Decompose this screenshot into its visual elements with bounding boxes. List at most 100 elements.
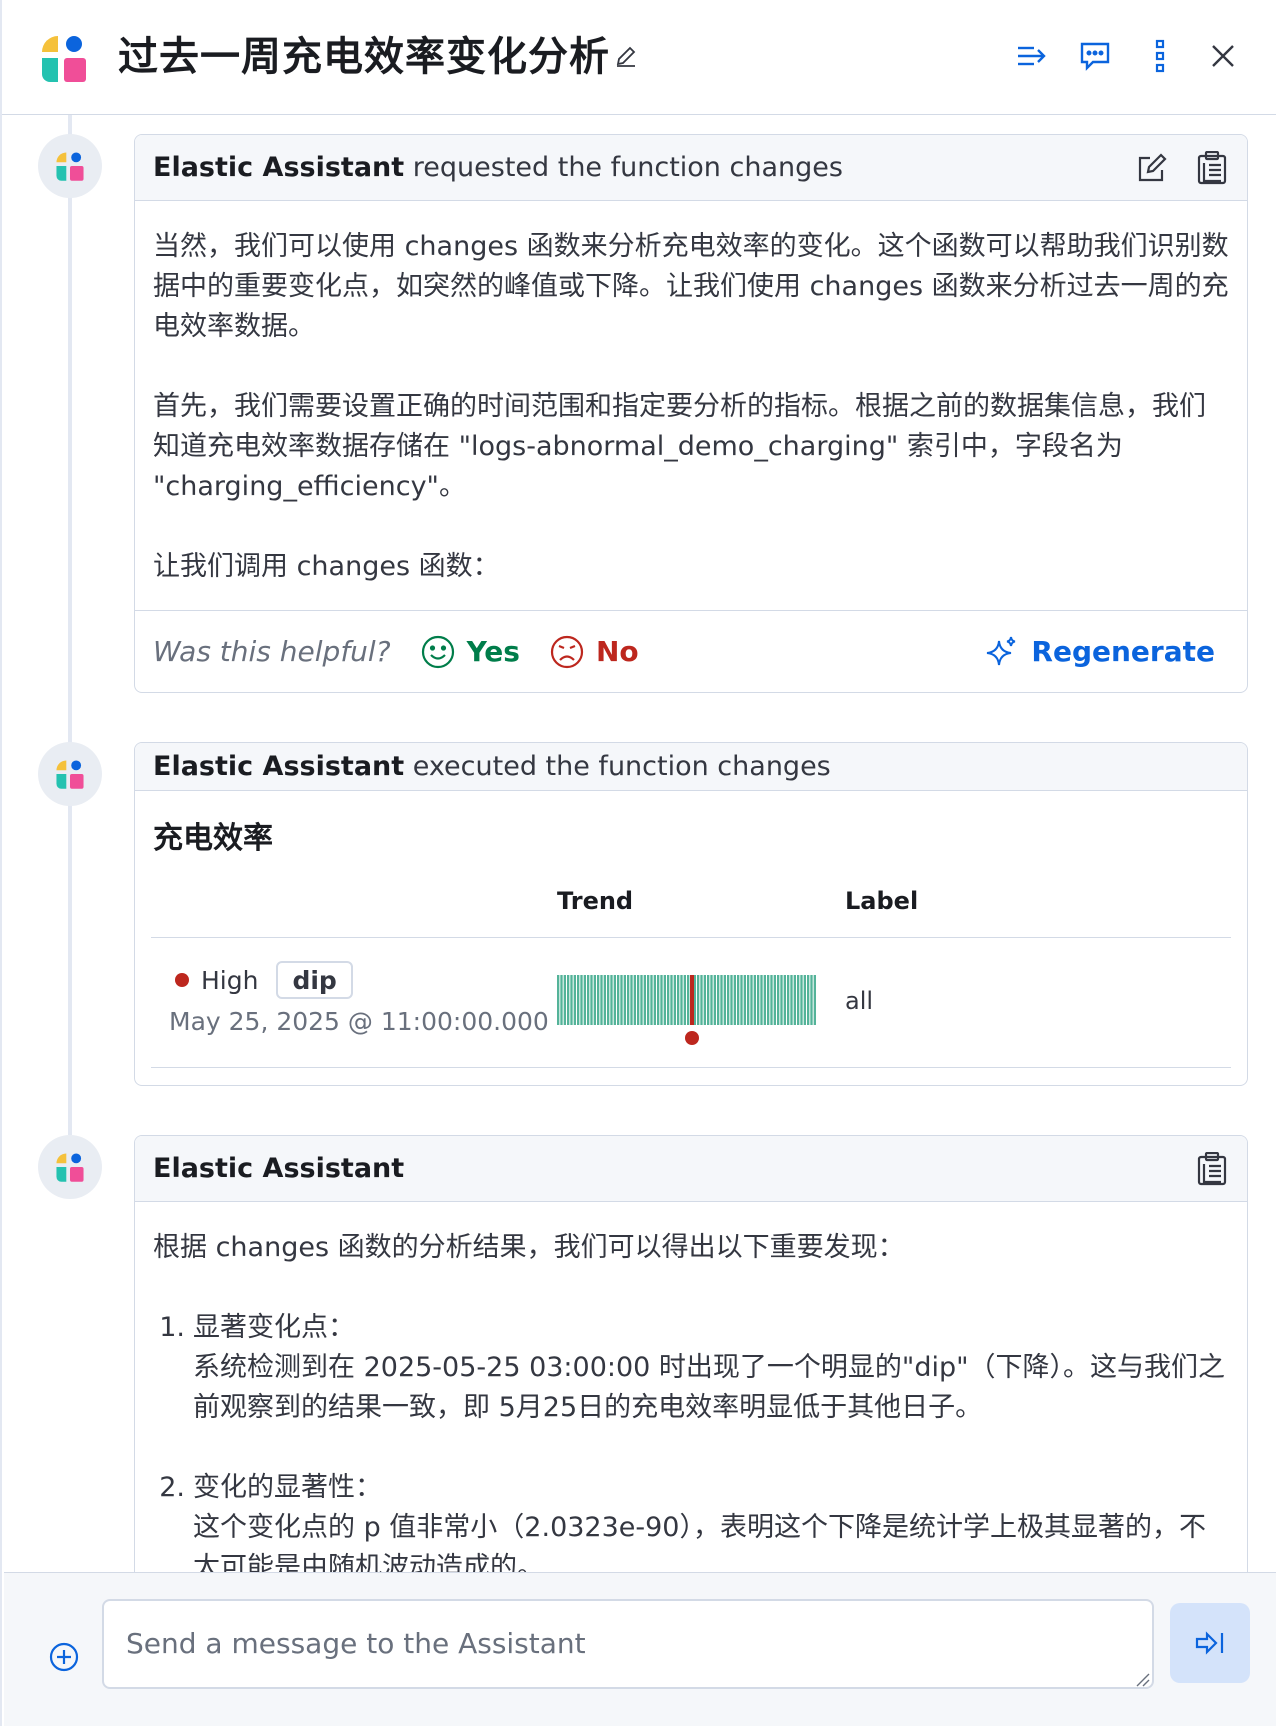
- sparkline-bar: [773, 975, 776, 1025]
- conversation-title: 过去一周充电效率变化分析: [118, 34, 610, 80]
- column-header-trend: Trend: [557, 887, 634, 915]
- sparkline-bar: [780, 975, 783, 1025]
- sparkline-bar: [630, 975, 633, 1025]
- list-item-title: 显著变化点：: [193, 1312, 355, 1343]
- sparkline-bar: [760, 975, 763, 1025]
- close-icon[interactable]: [1203, 36, 1243, 76]
- sparkline-bar: [683, 975, 686, 1025]
- sparkline-bar: [660, 975, 663, 1025]
- context-icon[interactable]: [1012, 36, 1052, 76]
- send-icon: [1195, 1631, 1224, 1655]
- chat-icon[interactable]: [1075, 36, 1115, 76]
- sparkline-bar: [677, 975, 680, 1025]
- sparkline-bar: [750, 975, 753, 1025]
- sparkline-bar: [643, 975, 646, 1025]
- sparkline-bar: [637, 975, 640, 1025]
- sparkline-bar: [787, 975, 790, 1025]
- timeline-line: [68, 115, 72, 1135]
- assistant-avatar: [38, 1135, 102, 1199]
- sparkline-bar: [607, 975, 610, 1025]
- message-action: executed the function changes: [404, 751, 831, 782]
- message-header: Elastic Assistant requested the function…: [135, 135, 1247, 201]
- sparkline-bar: [570, 975, 573, 1025]
- message-paragraph: 当然，我们可以使用 changes 函数来分析充电效率的变化。这个函数可以帮助我…: [153, 231, 1229, 342]
- sparkline-bar: [573, 975, 576, 1025]
- sparkline-bar: [700, 975, 703, 1025]
- sparkline-bar: [623, 975, 626, 1025]
- metric-title: 充电效率: [153, 821, 273, 856]
- elastic-assistant-logo-icon: [42, 36, 86, 82]
- sparkline-bar: [647, 975, 650, 1025]
- sparkline-bar: [800, 975, 803, 1025]
- change-point-label: all: [845, 987, 874, 1015]
- sparkline-bar: [653, 975, 656, 1025]
- sparkline-bar: [757, 975, 760, 1025]
- sparkline-bar: [810, 975, 813, 1025]
- copy-icon[interactable]: [1195, 1151, 1229, 1186]
- edit-title-icon[interactable]: [614, 44, 638, 68]
- sparkline-bar: [590, 975, 593, 1025]
- table-divider: [151, 1067, 1231, 1068]
- sparkline-bar: [723, 975, 726, 1025]
- message-body: 根据 changes 函数的分析结果，我们可以得出以下重要发现： 1. 显著变化…: [135, 1202, 1247, 1614]
- sparkline-bar: [730, 975, 733, 1025]
- message-body: 当然，我们可以使用 changes 函数来分析充电效率的变化。这个函数可以帮助我…: [135, 201, 1247, 613]
- change-point-row: High dip: [175, 961, 353, 999]
- function-result-card: Elastic Assistant executed the function …: [134, 742, 1248, 1086]
- message-card: Elastic Assistant requested the function…: [134, 134, 1248, 693]
- sparkline-bar: [693, 975, 696, 1025]
- sparkline-bar: [667, 975, 670, 1025]
- message-input[interactable]: [102, 1599, 1154, 1689]
- sparkline-bar: [717, 975, 720, 1025]
- sparkline-bar: [620, 975, 623, 1025]
- list-number: 1.: [159, 1312, 185, 1343]
- sparkline-bar: [633, 975, 636, 1025]
- sparkline-bar: [617, 975, 620, 1025]
- sparkline-bar: [710, 975, 713, 1025]
- resize-handle-icon[interactable]: [1134, 1671, 1150, 1687]
- assistant-avatar: [38, 742, 102, 806]
- smile-icon: [421, 635, 454, 668]
- sparkline-bar: [587, 975, 590, 1025]
- list-number: 2.: [159, 1472, 185, 1503]
- sparkline-bar: [707, 975, 710, 1025]
- sparkline-bar: [650, 975, 653, 1025]
- feedback-question: Was this helpful?: [153, 635, 391, 668]
- change-point-dot: [685, 1031, 699, 1045]
- message-paragraph: 首先，我们需要设置正确的时间范围和指定要分析的指标。根据之前的数据集信息，我们知…: [153, 391, 1206, 502]
- sparkline-bar: [583, 975, 586, 1025]
- sparkline-bar: [580, 975, 583, 1025]
- send-button[interactable]: [1170, 1603, 1250, 1683]
- sparkline-bar: [703, 975, 706, 1025]
- sparkline-bar: [610, 975, 613, 1025]
- message-composer: [4, 1572, 1276, 1726]
- sparkline-bar: [563, 975, 566, 1025]
- sparkline-bar: [593, 975, 596, 1025]
- copy-icon[interactable]: [1195, 150, 1229, 185]
- sparkline-bar: [783, 975, 786, 1025]
- sparkline-bar: [603, 975, 606, 1025]
- sparkline-bar: [793, 975, 796, 1025]
- sparkline-bar: [740, 975, 743, 1025]
- feedback-no-button[interactable]: No: [550, 635, 639, 669]
- message-author: Elastic Assistant: [153, 751, 405, 782]
- sparkline-bar: [670, 975, 673, 1025]
- regenerate-button[interactable]: Regenerate: [985, 635, 1215, 669]
- sparkline-bar: [767, 975, 770, 1025]
- feedback-yes-button[interactable]: Yes: [421, 635, 520, 669]
- sparkline-bar: [770, 975, 773, 1025]
- elastic-assistant-logo-icon: [56, 152, 84, 181]
- edit-icon[interactable]: [1135, 151, 1169, 185]
- list-item-title: 变化的显著性：: [193, 1472, 382, 1503]
- sparkline-bar: [733, 975, 736, 1025]
- severity-label: High: [201, 965, 259, 995]
- sparkline-bar: [790, 975, 793, 1025]
- sparkline-bar: [813, 975, 816, 1025]
- more-icon[interactable]: [1140, 36, 1180, 76]
- sparkline-bar: [713, 975, 716, 1025]
- add-context-icon[interactable]: [48, 1641, 80, 1673]
- sparkline-bar: [777, 975, 780, 1025]
- message-author: Elastic Assistant: [153, 1153, 405, 1184]
- list-item: 1. 显著变化点： 系统检测到在 2025-05-25 03:00:00 时出现…: [153, 1308, 1229, 1428]
- sparkline-bar: [797, 975, 800, 1025]
